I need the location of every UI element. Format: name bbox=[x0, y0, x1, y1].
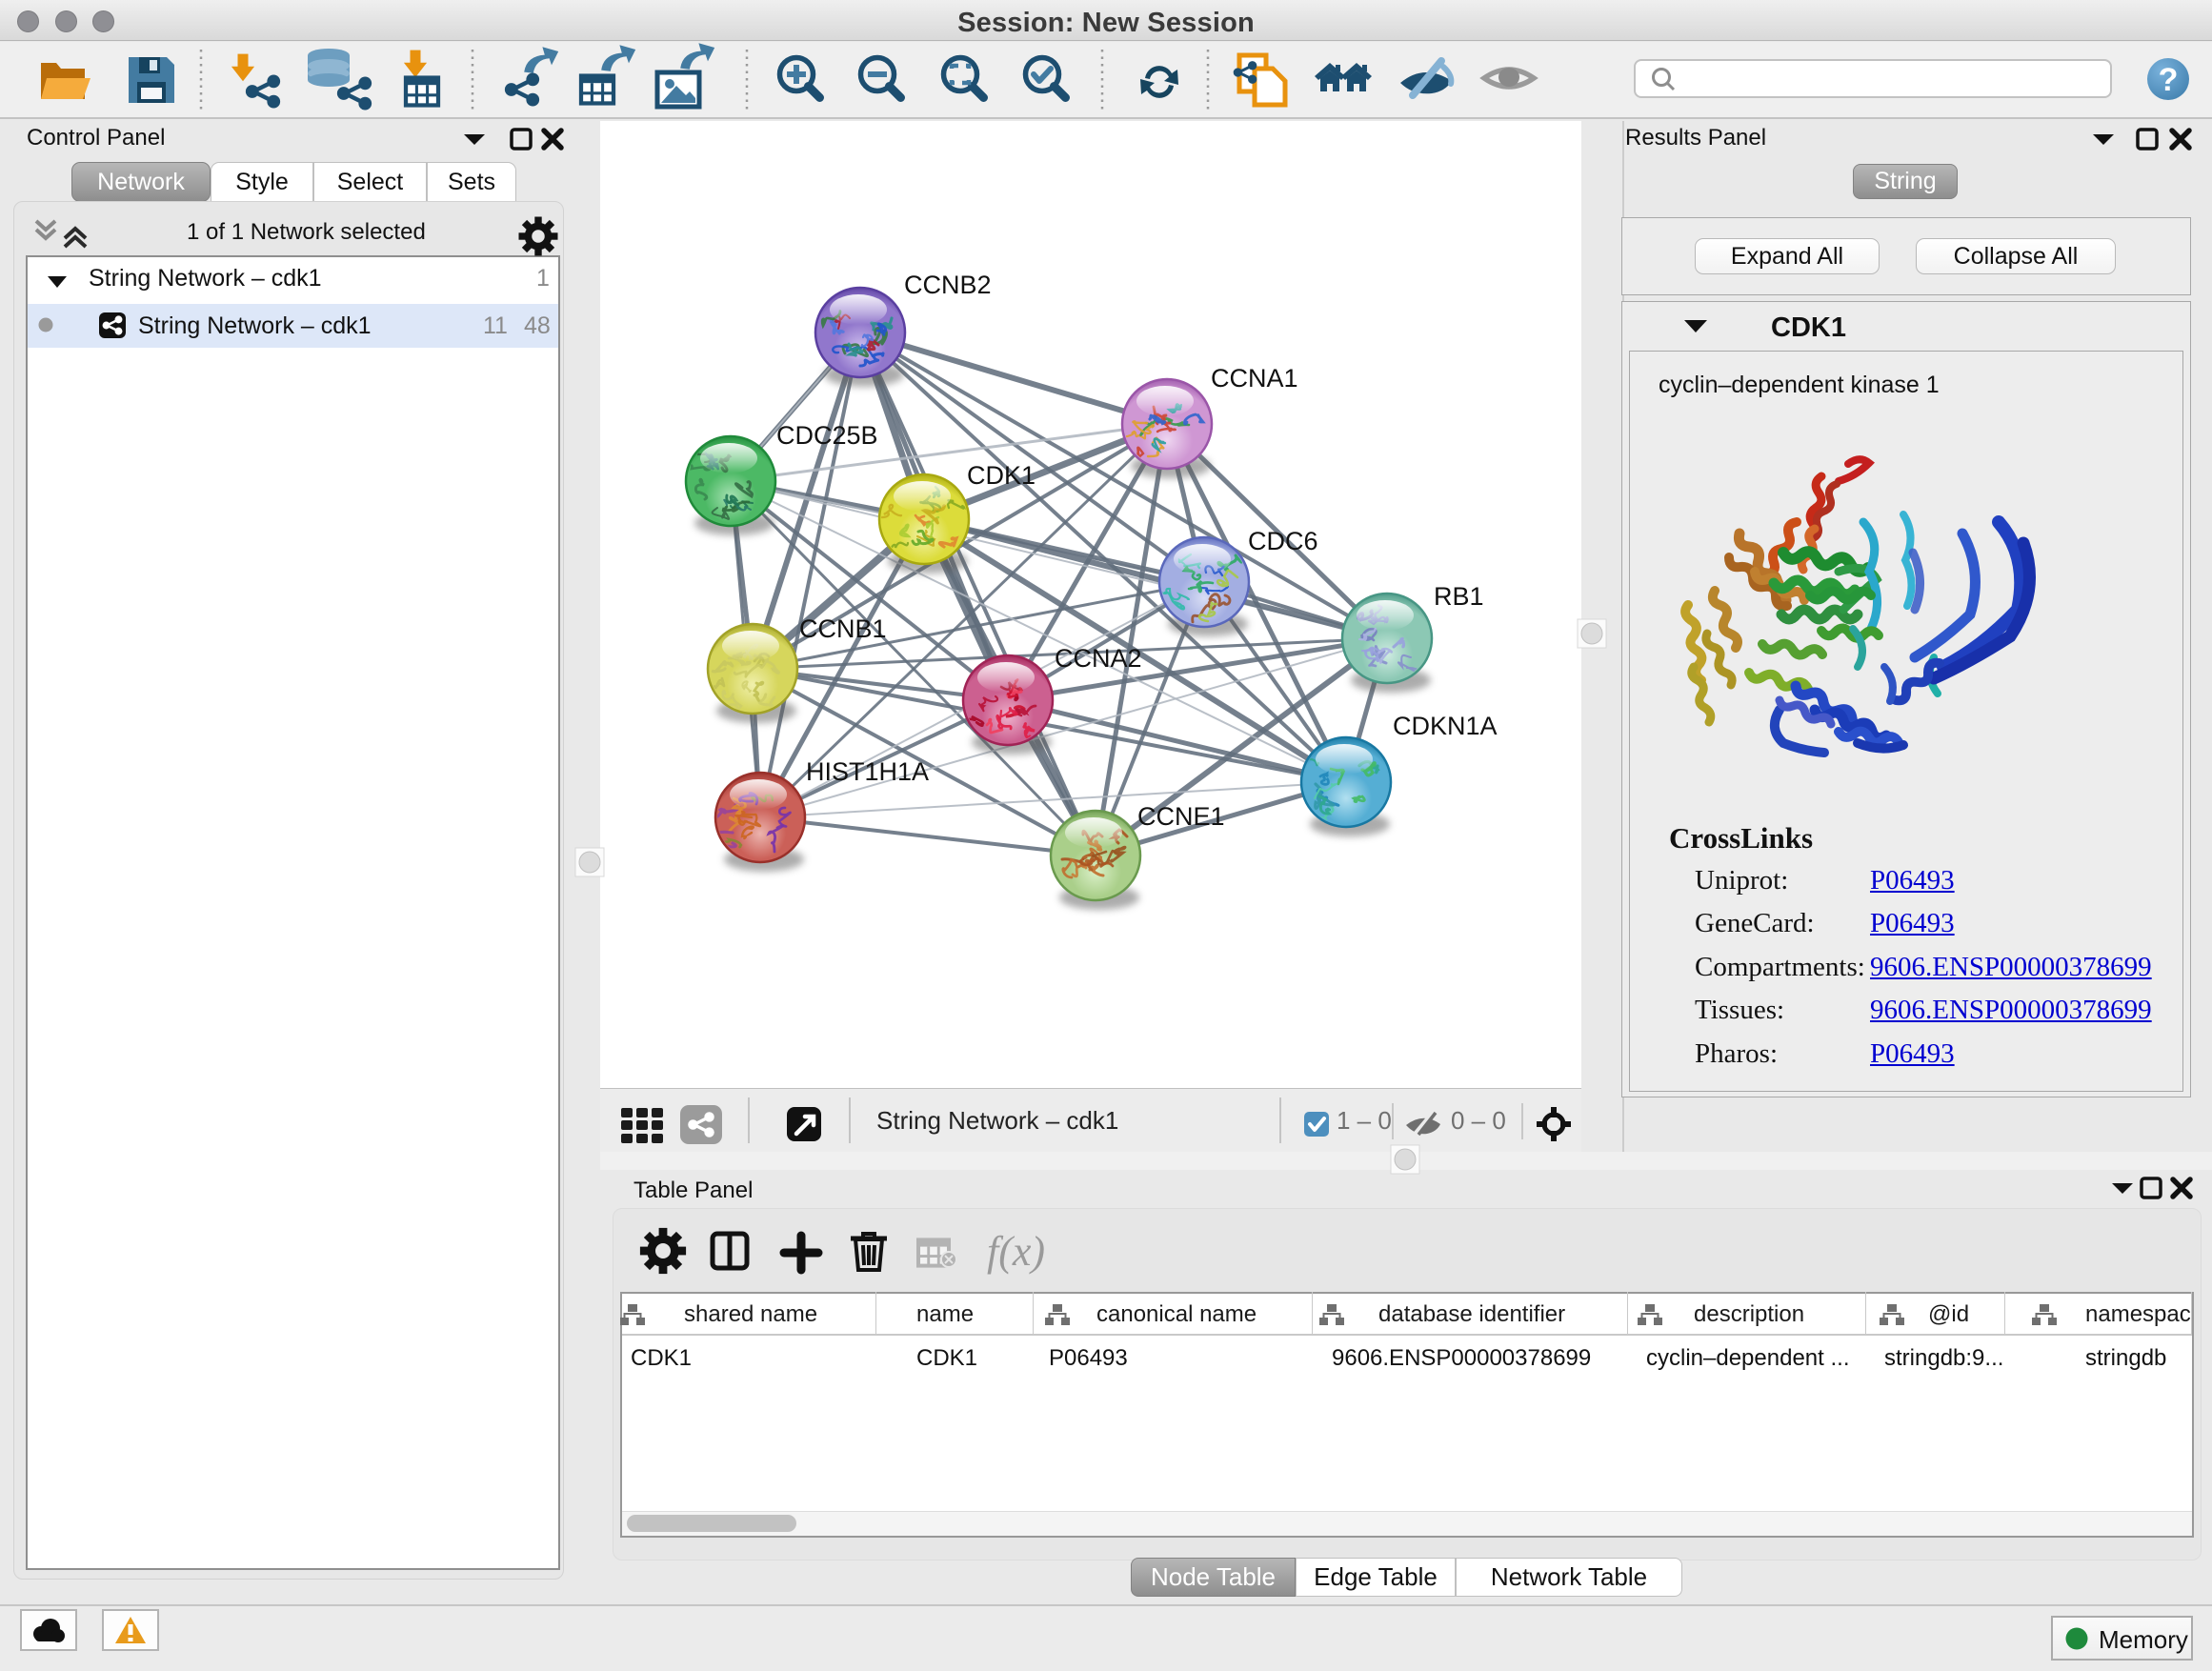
svg-text:RB1: RB1 bbox=[1434, 582, 1484, 611]
svg-text:?: ? bbox=[2159, 62, 2179, 98]
svg-text:CDC6: CDC6 bbox=[1248, 527, 1318, 555]
svg-text:f(x): f(x) bbox=[987, 1228, 1045, 1275]
svg-text:CCNB1: CCNB1 bbox=[799, 614, 887, 643]
svg-text:CCNB2: CCNB2 bbox=[904, 271, 992, 299]
svg-text:CCNE1: CCNE1 bbox=[1137, 802, 1225, 831]
svg-text:HIST1H1A: HIST1H1A bbox=[806, 757, 929, 786]
svg-text:CCNA1: CCNA1 bbox=[1211, 364, 1298, 393]
svg-text:CDKN1A: CDKN1A bbox=[1393, 712, 1498, 740]
svg-text:CCNA2: CCNA2 bbox=[1055, 644, 1142, 673]
svg-text:CDK1: CDK1 bbox=[967, 461, 1036, 490]
svg-text:CDC25B: CDC25B bbox=[776, 421, 878, 450]
